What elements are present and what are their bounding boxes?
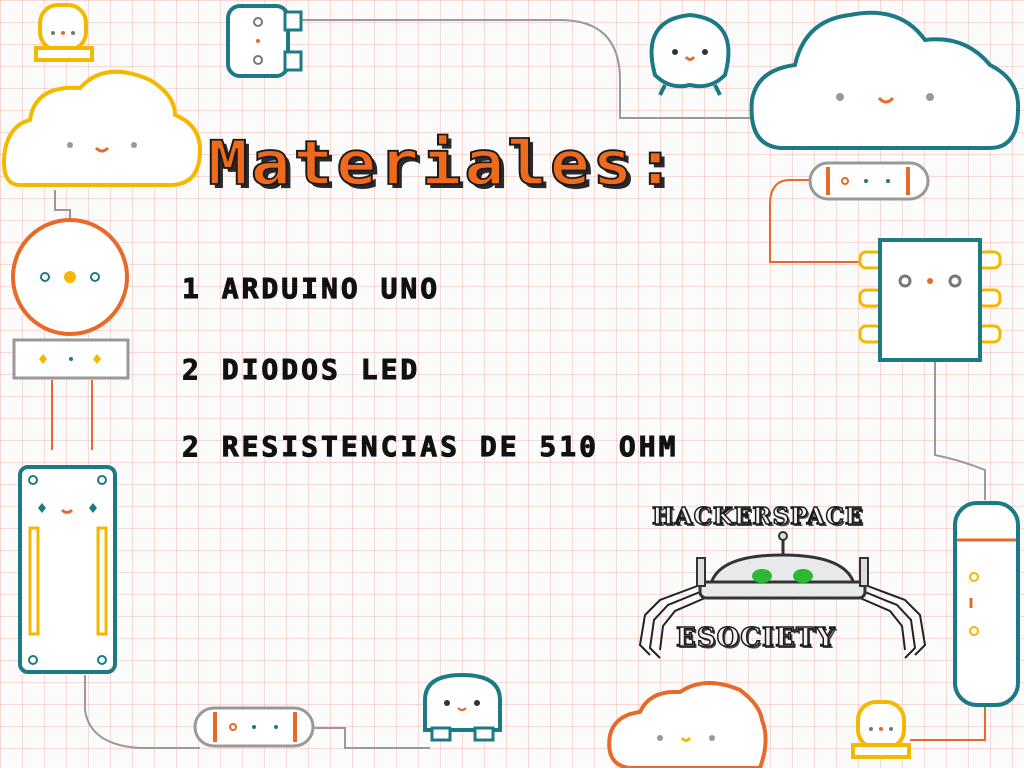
- led-icon: [851, 700, 911, 759]
- battery-icon: [953, 501, 1020, 707]
- cloud-icon: [607, 680, 768, 768]
- resistor-icon: [193, 706, 315, 748]
- list-item: 2 resistencias de 510 ohm: [181, 430, 679, 464]
- cloud-icon: [749, 10, 1021, 150]
- potentiometer-icon: [11, 218, 130, 380]
- switch-icon: [226, 4, 303, 78]
- wire: [84, 675, 200, 749]
- character-icon: [649, 12, 731, 96]
- cloud-icon: [2, 69, 203, 187]
- wire: [910, 705, 986, 741]
- arduino-board-icon: [18, 465, 117, 674]
- resistor-icon: [808, 161, 930, 201]
- logo-top-text: HACKERSPACE: [651, 502, 864, 531]
- list-item: 1 Arduino Uno: [181, 272, 441, 306]
- character-icon: [423, 672, 502, 742]
- wire: [934, 360, 986, 500]
- chip-icon: [858, 238, 1002, 362]
- wire: [310, 727, 430, 749]
- page-title: Materiales:: [207, 127, 679, 200]
- list-item: 2 diodos led: [181, 353, 421, 387]
- logo-bottom-text: ESOCIETY: [675, 622, 836, 654]
- led-icon: [34, 3, 94, 62]
- decorative-frame: [2, 3, 1021, 768]
